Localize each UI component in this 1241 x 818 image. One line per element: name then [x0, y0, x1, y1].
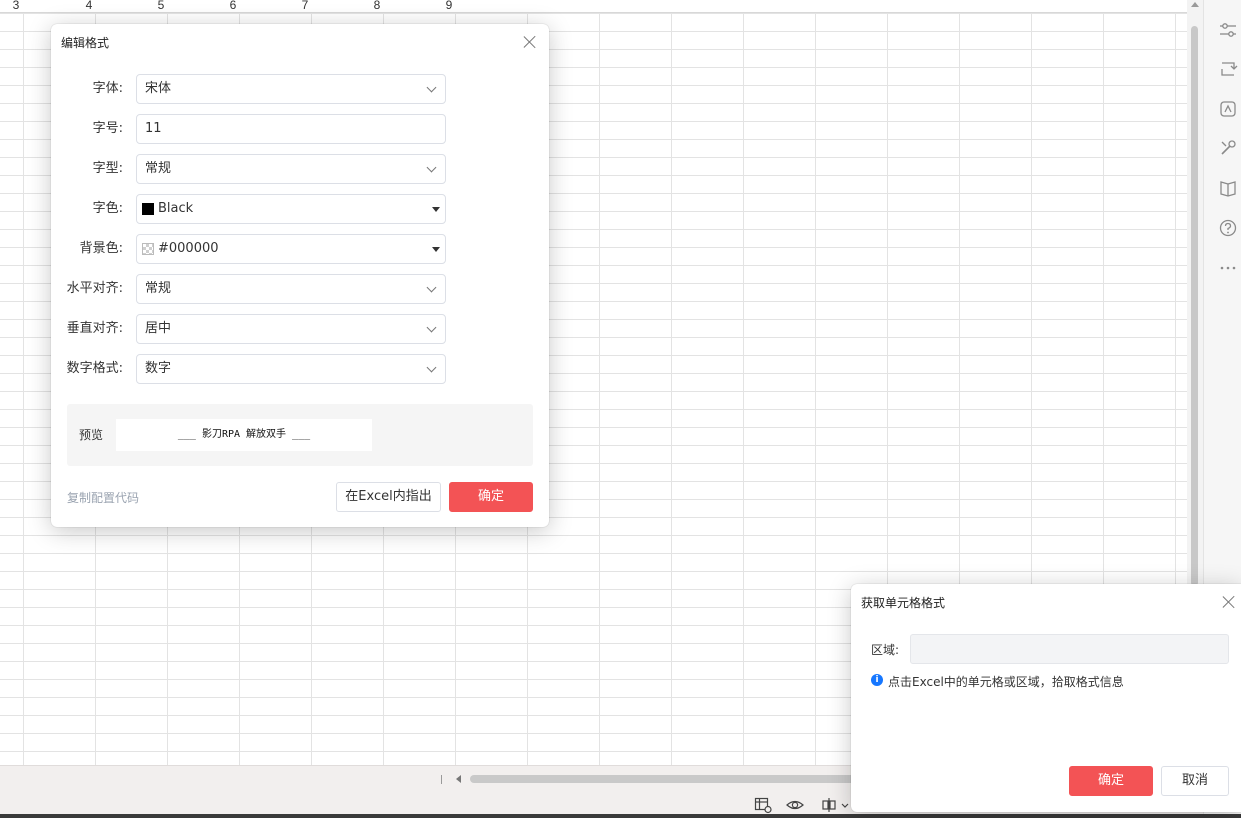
column-number[interactable]: 5 — [151, 0, 171, 12]
horizontal-scroll-thumb[interactable] — [470, 775, 860, 783]
scroll-up-arrow-icon[interactable] — [1191, 2, 1199, 7]
color-swatch — [142, 203, 154, 215]
scroll-divider — [441, 775, 442, 784]
preview-sample: ___ 影刀RPA 解放双手 ___ — [116, 419, 372, 451]
column-number[interactable]: 8 — [367, 0, 387, 12]
locate-in-excel-button[interactable]: 在Excel内指出 — [336, 482, 441, 512]
chevron-down-icon — [426, 82, 437, 93]
font-select[interactable]: 宋体 — [136, 74, 446, 104]
range-input[interactable] — [910, 634, 1229, 664]
caret-down-icon — [432, 247, 440, 252]
column-header: 3 4 5 6 7 8 9 — [0, 0, 1187, 13]
swap-icon[interactable] — [1218, 59, 1238, 79]
confirm-button[interactable]: 确定 — [449, 482, 533, 512]
close-icon[interactable] — [1222, 595, 1236, 609]
copy-config-link[interactable]: 复制配置代码 — [67, 489, 139, 506]
column-number[interactable]: 9 — [439, 0, 459, 12]
vertical-scroll-thumb[interactable] — [1191, 26, 1198, 586]
sliders-icon[interactable] — [1218, 20, 1238, 40]
chevron-down-icon — [426, 282, 437, 293]
hint-text: 点击Excel中的单元格或区域，拾取格式信息 — [888, 675, 1124, 689]
font-label: 字体: — [92, 81, 123, 96]
dialog-title: 获取单元格格式 — [861, 596, 946, 610]
more-icon[interactable] — [1218, 258, 1238, 278]
preview-panel: 预览 ___ 影刀RPA 解放双手 ___ — [67, 404, 533, 466]
cancel-button[interactable]: 取消 — [1161, 766, 1229, 796]
background-label: 背景色: — [79, 241, 123, 256]
scroll-left-arrow-icon[interactable] — [456, 775, 461, 783]
dialog-title: 编辑格式 — [61, 36, 110, 50]
horizontal-align-select[interactable]: 常规 — [136, 274, 446, 304]
v-align-label: 垂直对齐: — [66, 321, 123, 336]
vertical-align-select[interactable]: 居中 — [136, 314, 446, 344]
style-value: 常规 — [145, 161, 172, 176]
column-number[interactable]: 3 — [6, 0, 26, 12]
close-icon[interactable] — [523, 35, 537, 49]
transparent-swatch — [142, 243, 154, 255]
range-label: 区域: — [871, 643, 900, 657]
book-icon[interactable] — [1218, 178, 1238, 198]
color-label: 字色: — [92, 201, 123, 216]
size-label: 字号: — [92, 121, 123, 136]
font-value: 宋体 — [145, 81, 172, 96]
taskbar-edge — [0, 814, 1241, 818]
chevron-down-icon — [426, 362, 437, 373]
style-label: 字型: — [92, 161, 123, 176]
tools-icon[interactable] — [1218, 138, 1238, 158]
h-align-value: 常规 — [145, 281, 172, 296]
eye-icon[interactable] — [785, 795, 805, 815]
number-format-value: 数字 — [145, 361, 172, 376]
column-number[interactable]: 7 — [295, 0, 315, 12]
help-icon[interactable] — [1218, 218, 1238, 238]
confirm-button[interactable]: 确定 — [1069, 766, 1153, 796]
table-view-icon[interactable] — [753, 795, 773, 815]
background-color-picker[interactable]: #000000 — [136, 234, 446, 264]
font-size-input[interactable]: 11 — [136, 114, 446, 144]
layout-icon[interactable] — [820, 795, 850, 815]
edit-format-dialog: 编辑格式 字体: 宋体 字号: 11 字型: 常规 字色: Black 背景色:… — [51, 24, 549, 527]
size-value: 11 — [145, 121, 162, 136]
number-format-label: 数字格式: — [66, 361, 123, 376]
info-icon: i — [871, 674, 883, 686]
ai-icon[interactable] — [1218, 99, 1238, 119]
font-color-picker[interactable]: Black — [136, 194, 446, 224]
font-style-select[interactable]: 常规 — [136, 154, 446, 184]
v-align-value: 居中 — [145, 321, 172, 336]
preview-label: 预览 — [79, 428, 104, 442]
color-value: Black — [158, 201, 194, 216]
column-number[interactable]: 4 — [79, 0, 99, 12]
caret-down-icon — [432, 207, 440, 212]
background-value: #000000 — [158, 241, 219, 256]
chevron-down-icon — [426, 322, 437, 333]
column-number[interactable]: 6 — [223, 0, 243, 12]
h-align-label: 水平对齐: — [66, 281, 123, 296]
chevron-down-icon — [426, 162, 437, 173]
number-format-select[interactable]: 数字 — [136, 354, 446, 384]
get-cell-format-dialog: 获取单元格格式 区域: i 点击Excel中的单元格或区域，拾取格式信息 确定 … — [851, 584, 1241, 812]
